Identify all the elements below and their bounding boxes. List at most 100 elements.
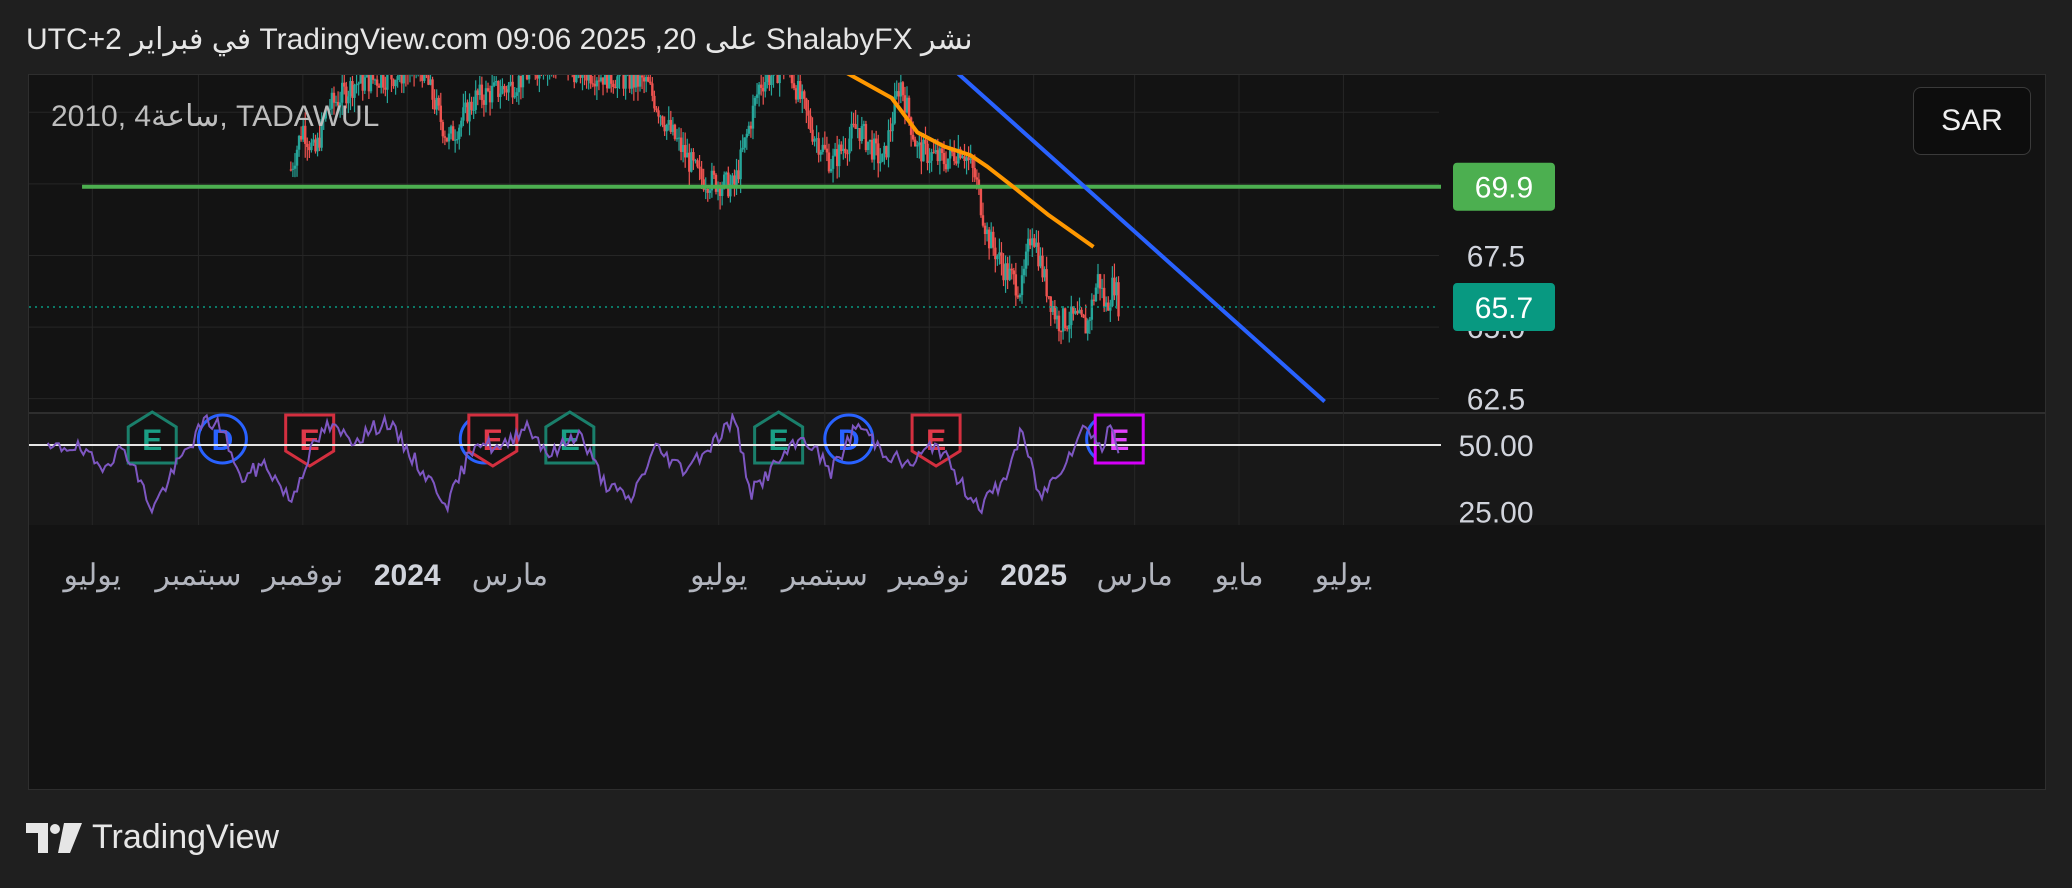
candle-body <box>731 175 734 184</box>
candle-body <box>361 75 364 91</box>
candle-body <box>527 75 531 80</box>
candle-body <box>460 120 463 128</box>
candle-body <box>679 137 683 153</box>
candle-body <box>807 110 810 116</box>
candle-body <box>1051 305 1055 312</box>
candle-body <box>351 81 354 98</box>
tradingview-logo[interactable]: TradingView <box>26 818 279 857</box>
candle-body <box>634 75 638 88</box>
candle-body <box>1098 274 1102 289</box>
candle-body <box>914 139 917 147</box>
candle-body <box>581 75 584 78</box>
candle-body <box>614 86 617 89</box>
candle-body <box>464 102 467 108</box>
candle-body <box>753 97 757 106</box>
candle-body <box>1088 319 1091 321</box>
x-axis-label: 2024 <box>374 559 441 592</box>
candle-body <box>392 79 395 87</box>
candle-body <box>599 77 603 82</box>
candle-body <box>316 137 319 152</box>
candle-body <box>969 158 972 161</box>
candle-body <box>525 75 529 80</box>
candle-body <box>367 75 371 92</box>
candle-body <box>1000 252 1003 265</box>
candle-body <box>803 91 806 99</box>
candle-body <box>579 75 582 78</box>
symbol-info: 2010, 4ساعة, TADAWUL <box>51 100 380 133</box>
candle-body <box>511 81 514 98</box>
candle-body <box>453 139 457 141</box>
candle-body <box>922 139 925 162</box>
candle-body <box>817 138 820 155</box>
candle-body <box>474 90 477 110</box>
candle-body <box>1037 242 1040 267</box>
candle-body <box>762 87 765 92</box>
candle-body <box>967 157 970 161</box>
candle-body <box>932 152 935 154</box>
candle-body <box>776 75 779 84</box>
candle-body <box>515 92 518 96</box>
candle-body <box>712 170 716 175</box>
candle-body <box>1035 242 1038 247</box>
candle-body <box>686 152 689 158</box>
candle-body <box>1115 282 1118 296</box>
candle-body <box>864 124 868 151</box>
chart-area[interactable]: EDEDEEEDEDEيوليوسبتمبرنوفمبر2024مارسيولي… <box>28 74 2046 790</box>
candle-body <box>735 170 738 186</box>
candle-body <box>979 187 983 216</box>
candle-body <box>458 127 461 140</box>
candle-body <box>963 156 966 161</box>
chart-svg[interactable]: EDEDEEEDEDEيوليوسبتمبرنوفمبر2024مارسيولي… <box>29 75 2045 789</box>
candle-body <box>671 124 675 132</box>
candle-body <box>821 144 824 152</box>
candle-body <box>868 139 872 142</box>
x-axis-label: مايو <box>1212 559 1263 593</box>
candle-body <box>856 128 859 130</box>
candle-body <box>928 160 931 163</box>
candle-body <box>476 90 479 96</box>
candle-body <box>299 136 303 140</box>
candles-group <box>289 75 1120 345</box>
candle-body <box>924 139 927 144</box>
candle-body <box>994 247 997 260</box>
candle-body <box>665 124 668 132</box>
candle-body <box>955 161 958 164</box>
x-axis-label: يوليو <box>62 559 122 593</box>
currency-button[interactable]: SAR <box>1913 87 2031 155</box>
candle-body <box>792 83 796 89</box>
candle-body <box>318 137 321 148</box>
candle-body <box>589 75 592 84</box>
candle-body <box>431 79 434 100</box>
candle-body <box>801 91 804 99</box>
candle-body <box>751 105 755 129</box>
candle-body <box>1092 299 1096 302</box>
candle-body <box>437 97 440 106</box>
candle-body <box>874 138 878 144</box>
candle-body <box>628 75 631 89</box>
candle-body <box>903 95 907 113</box>
x-axis-label: نوفمبر <box>887 559 970 593</box>
candle-body <box>612 83 615 87</box>
candle-body <box>883 145 886 154</box>
candle-body <box>396 76 399 80</box>
candle-body <box>696 160 699 167</box>
support-price-label: 69.9 <box>1475 172 1533 205</box>
candle-body <box>661 116 664 125</box>
candle-body <box>901 82 905 96</box>
candle-body <box>926 143 929 163</box>
candle-body <box>365 75 369 78</box>
candle-body <box>727 172 730 197</box>
candle-body <box>895 91 898 97</box>
candle-body <box>1084 317 1087 334</box>
candle-body <box>897 91 900 97</box>
candle-body <box>850 123 853 139</box>
candle-body <box>536 75 539 79</box>
candle-body <box>651 83 654 96</box>
candle-body <box>435 97 438 110</box>
candle-body <box>451 126 455 141</box>
candle-body <box>636 75 640 87</box>
candle-body <box>519 75 523 88</box>
candle-body <box>1063 308 1067 329</box>
candle-body <box>659 116 662 118</box>
candle-body <box>1049 296 1052 312</box>
